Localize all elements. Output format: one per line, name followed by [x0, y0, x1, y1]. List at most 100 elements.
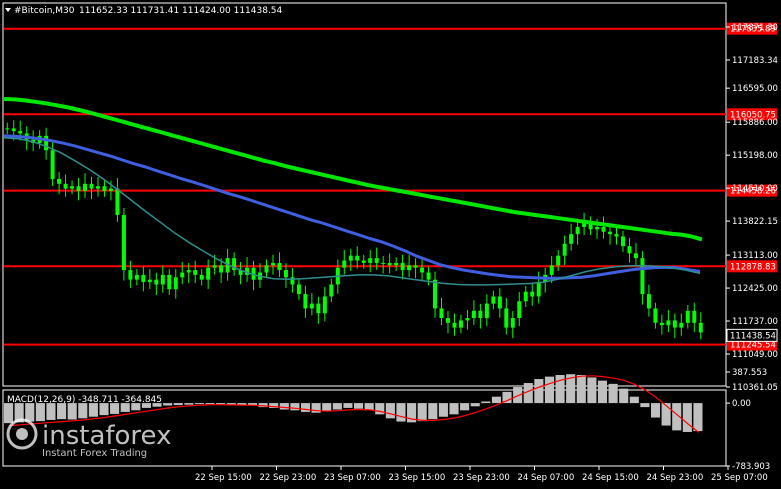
- candle-body: [186, 270, 191, 273]
- menu-triangle-icon[interactable]: [5, 8, 11, 12]
- candle-body: [147, 279, 152, 283]
- candle-body: [316, 303, 321, 314]
- x-tick-label: 23 Sep 07:00: [324, 473, 381, 483]
- candle-body: [426, 272, 431, 280]
- macd-histogram-bar: [682, 403, 692, 432]
- candle-body: [348, 255, 353, 261]
- candle-body: [497, 296, 502, 309]
- level-label: 112878.83: [730, 262, 776, 272]
- candle-body: [57, 179, 62, 184]
- candle-body: [620, 236, 625, 247]
- ma-slow-line: [3, 97, 703, 242]
- candle-body: [76, 186, 81, 191]
- macd-histogram-bar: [35, 403, 45, 422]
- candle-body: [504, 308, 509, 328]
- time-axis: 22 Sep 15:00 22 Sep 23:00 23 Sep 07:00 23 S…: [195, 466, 768, 483]
- macd-histogram-bar: [173, 403, 183, 406]
- candle-body: [303, 294, 308, 309]
- brand-name: instaforex: [42, 421, 171, 451]
- macd-histogram-bar: [491, 396, 501, 404]
- macd-y-tick-label: -783.903: [732, 462, 770, 472]
- macd-histogram-bar: [67, 403, 77, 420]
- y-tick-label: 110361.05: [732, 383, 778, 393]
- candle-body: [556, 255, 561, 266]
- candle-body: [595, 226, 600, 230]
- y-tick-label: 111049.00: [732, 350, 778, 360]
- x-tick-label: 23 Sep 23:00: [453, 473, 510, 483]
- candle-body: [322, 296, 327, 314]
- candle-body: [102, 186, 107, 191]
- macd-histogram-bar: [4, 403, 14, 424]
- candle-body: [387, 262, 392, 266]
- candle-body: [296, 284, 301, 295]
- main-plot-frame: [2, 2, 727, 387]
- x-tick-label: 23 Sep 15:00: [389, 473, 446, 483]
- macd-histogram-bar: [332, 403, 342, 410]
- price-bars: [5, 120, 703, 340]
- candle-body: [121, 214, 126, 271]
- y-tick-label: 113822.15: [732, 217, 778, 227]
- candle-body: [445, 318, 450, 323]
- candle-body: [160, 274, 165, 285]
- candle-body: [128, 270, 133, 280]
- candle-body: [653, 308, 658, 323]
- candle-body: [549, 265, 554, 275]
- x-tick-label: 24 Sep 15:00: [582, 473, 639, 483]
- macd-histogram-bar: [629, 396, 639, 404]
- macd-histogram-bar: [25, 403, 35, 422]
- y-tick-label: 115886.00: [732, 118, 778, 128]
- candle-body: [601, 226, 606, 232]
- candle-body: [608, 231, 613, 235]
- candle-body: [83, 183, 88, 191]
- candle-body: [685, 310, 690, 323]
- macd-histogram-bar: [481, 401, 491, 404]
- macd-histogram-bar: [184, 403, 194, 405]
- macd-histogram-bar: [322, 403, 332, 412]
- candle-body: [167, 274, 172, 290]
- y-tick-label: 113113.00: [732, 251, 778, 261]
- candle-body: [679, 322, 684, 328]
- x-tick-label: 24 Sep 23:00: [647, 473, 704, 483]
- candle-body: [569, 234, 574, 244]
- candle-body: [219, 265, 224, 273]
- candle-body: [517, 301, 522, 319]
- candle-body: [627, 246, 632, 254]
- candle-body: [659, 322, 664, 326]
- candle-body: [368, 258, 373, 263]
- y-tick-label: 112425.00: [732, 284, 778, 294]
- macd-histogram-bar: [354, 403, 364, 409]
- candle-body: [646, 294, 651, 309]
- macd-histogram-bar: [449, 403, 459, 415]
- macd-histogram-bar: [88, 403, 98, 417]
- x-tick-label: 22 Sep 15:00: [195, 473, 252, 483]
- macd-histogram-bar: [438, 403, 448, 417]
- macd-histogram-bar: [417, 403, 427, 422]
- candle-body: [400, 262, 405, 271]
- candle-body: [44, 135, 49, 151]
- macd-histogram-bar: [661, 403, 671, 426]
- candle-body: [471, 310, 476, 319]
- x-tick-label: 22 Sep 23:00: [260, 473, 317, 483]
- candle-body: [536, 282, 541, 297]
- candle-body: [614, 234, 619, 237]
- macd-histogram-bar: [194, 403, 205, 405]
- candle-body: [270, 262, 275, 266]
- candle-body: [458, 320, 463, 328]
- candle-body: [206, 267, 211, 280]
- candle-body: [154, 279, 159, 285]
- candle-body: [633, 253, 638, 259]
- macd-histogram-bar: [693, 403, 703, 432]
- macd-title: MACD(12,26,9) -348.711 -364.845: [7, 395, 162, 405]
- candle-body: [484, 303, 489, 319]
- candle-body: [452, 322, 457, 328]
- candle-body: [5, 128, 10, 130]
- candle-body: [342, 260, 347, 268]
- candle-body: [394, 262, 399, 266]
- instaforex-logo: instaforex Instant Forex Trading: [6, 418, 171, 459]
- candle-body: [193, 270, 198, 275]
- candle-body: [420, 267, 425, 273]
- macd-histogram-bar: [587, 377, 597, 404]
- macd-histogram-bar: [597, 380, 608, 404]
- symbol-label: #Bitcoin,M30: [14, 6, 75, 16]
- y-tick-label: 115198.00: [732, 151, 778, 161]
